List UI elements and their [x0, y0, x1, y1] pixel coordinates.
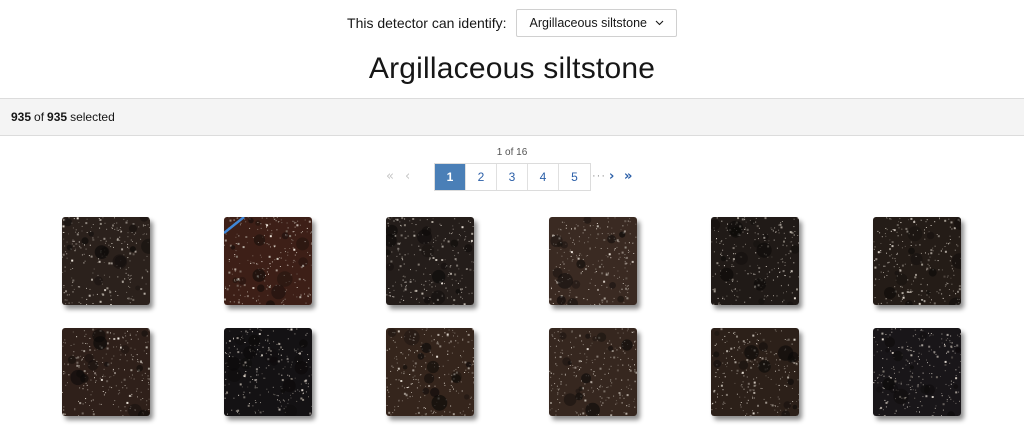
thumbnail-image[interactable]	[224, 328, 312, 416]
page-button-4[interactable]: 4	[528, 164, 559, 190]
next-page-icon[interactable]: ›	[609, 169, 614, 185]
detector-selector-row: This detector can identify: Argillaceous…	[0, 9, 1024, 37]
thumbnail-image[interactable]	[549, 328, 637, 416]
detector-label: This detector can identify:	[347, 15, 507, 31]
page-button-2[interactable]: 2	[466, 164, 497, 190]
first-page-icon[interactable]: «	[386, 169, 394, 185]
selection-of-text: of	[34, 110, 45, 124]
selection-suffix: selected	[70, 110, 115, 124]
last-page-icon[interactable]: »	[624, 169, 632, 185]
selection-summary-bar: 935 of 935 selected	[0, 98, 1024, 136]
detector-dropdown[interactable]: Argillaceous siltstone	[515, 9, 677, 37]
thumbnail-image[interactable]	[224, 217, 312, 305]
total-count: 935	[47, 110, 68, 124]
page-button-1[interactable]: 1	[435, 164, 466, 190]
page-indicator: 1 of 16	[496, 147, 528, 158]
pagination-ellipsis: ···	[592, 170, 606, 182]
thumbnail-image[interactable]	[386, 328, 474, 416]
page-button-3[interactable]: 3	[497, 164, 528, 190]
thumbnail-image[interactable]	[386, 217, 474, 305]
thumbnail-image[interactable]	[873, 217, 961, 305]
thumbnail-image[interactable]	[62, 328, 150, 416]
thumbnail-image[interactable]	[62, 217, 150, 305]
thumbnail-image[interactable]	[711, 328, 799, 416]
page-buttons: 1 2 3 4 5	[434, 163, 591, 191]
detector-dropdown-value: Argillaceous siltstone	[529, 16, 647, 30]
page-button-5[interactable]: 5	[559, 164, 590, 190]
selected-count: 935	[11, 110, 32, 124]
pagination: « ‹ 1 2 3 4 5 ··· › »	[0, 163, 1024, 191]
chevron-down-icon	[655, 20, 664, 26]
thumbnail-image[interactable]	[549, 217, 637, 305]
thumbnail-image[interactable]	[873, 328, 961, 416]
page-title: Argillaceous siltstone	[368, 52, 656, 85]
thumbnail-image[interactable]	[711, 217, 799, 305]
previous-page-icon[interactable]: ‹	[405, 169, 410, 185]
